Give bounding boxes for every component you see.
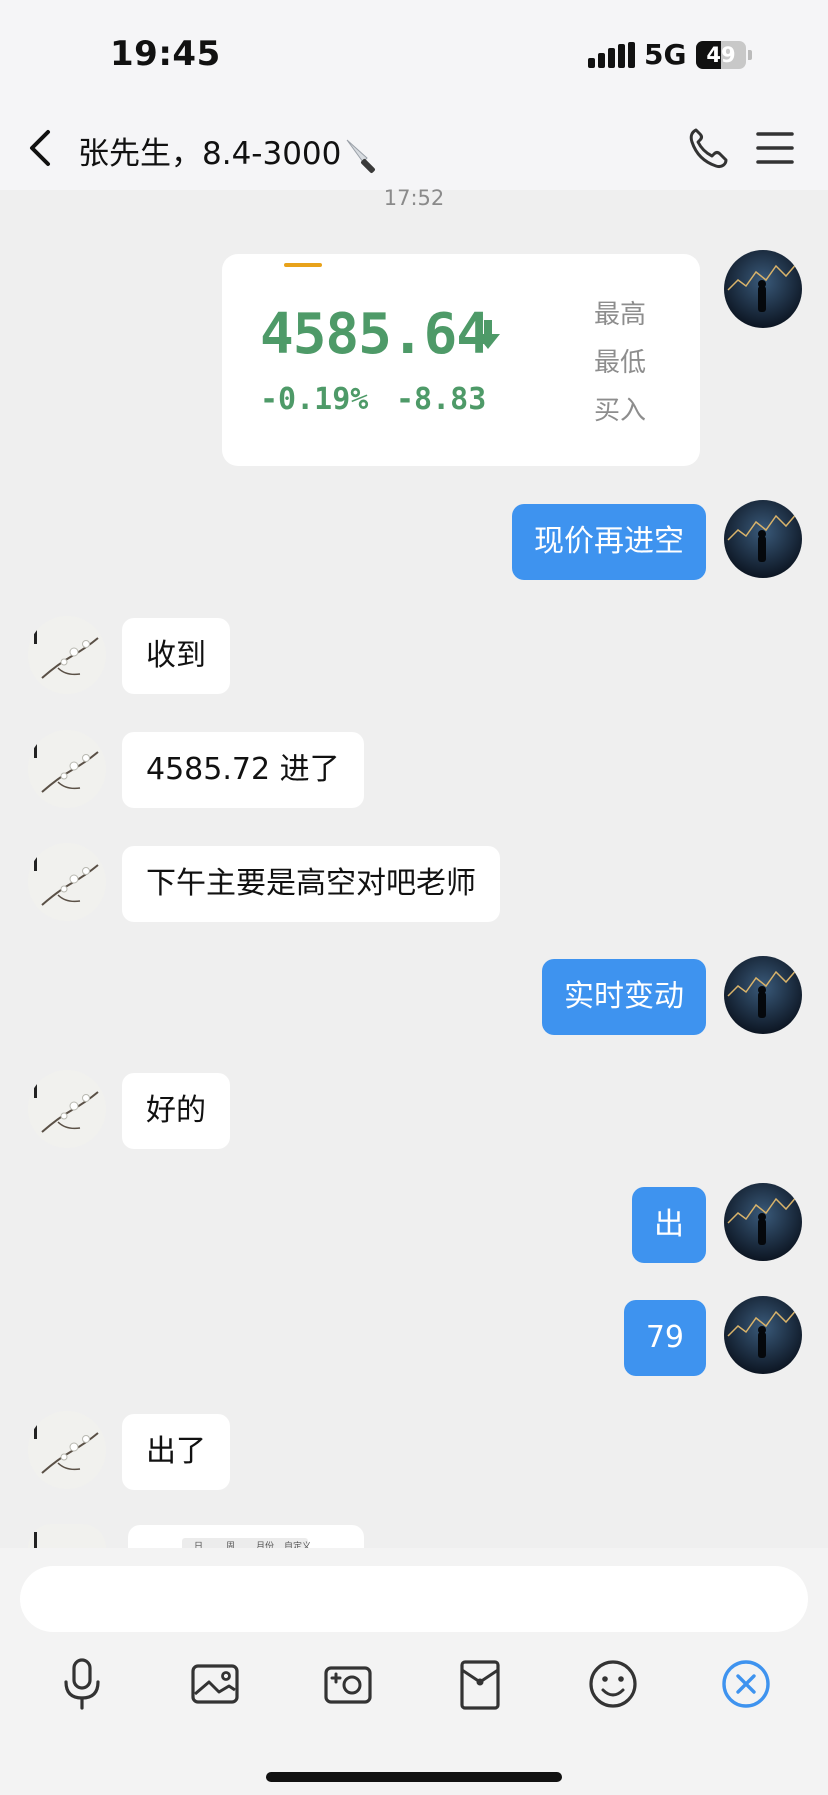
message-timestamp: 17:52 bbox=[383, 186, 445, 210]
my-avatar[interactable] bbox=[724, 1296, 802, 1374]
contact-avatar[interactable] bbox=[28, 1411, 106, 1489]
message-bubble-in[interactable]: 下午主要是高空对吧老师 bbox=[122, 846, 500, 922]
quote-change-percent: -0.19% bbox=[260, 382, 369, 417]
quote-label-low: 最低 bbox=[594, 348, 647, 378]
my-avatar[interactable] bbox=[724, 500, 802, 578]
my-avatar[interactable] bbox=[724, 956, 802, 1034]
close-circle-icon[interactable] bbox=[716, 1654, 776, 1714]
my-avatar[interactable] bbox=[724, 1183, 802, 1261]
composer-area bbox=[0, 1548, 828, 1795]
message-bubble-in[interactable]: 4585.72 进了 bbox=[122, 732, 364, 808]
message-bubble-in[interactable]: 好的 bbox=[122, 1073, 230, 1149]
menu-icon[interactable] bbox=[756, 130, 794, 166]
microphone-icon[interactable] bbox=[52, 1654, 112, 1714]
cellular-signal-icon bbox=[588, 42, 635, 68]
battery-cap bbox=[748, 50, 752, 60]
my-avatar[interactable] bbox=[724, 250, 802, 328]
knife-emoji-icon bbox=[346, 139, 376, 173]
message-bubble-out[interactable]: 现价再进空 bbox=[512, 504, 706, 580]
down-arrow-icon bbox=[476, 320, 500, 349]
red-packet-icon[interactable] bbox=[450, 1654, 510, 1714]
contact-avatar[interactable] bbox=[28, 843, 106, 921]
status-time: 19:45 bbox=[110, 34, 221, 74]
network-type: 5G bbox=[644, 38, 687, 71]
message-bubble-out[interactable]: 79 bbox=[623, 1300, 706, 1376]
chat-title-text: 张先生，8.4-3000 bbox=[78, 136, 342, 172]
quote-label-high: 最高 bbox=[594, 300, 647, 330]
quote-label-buy: 买入 bbox=[594, 396, 647, 426]
battery-level: 49 bbox=[706, 43, 736, 67]
emoji-icon[interactable] bbox=[583, 1654, 643, 1714]
message-bubble-in[interactable]: 收到 bbox=[122, 618, 230, 694]
contact-avatar[interactable] bbox=[28, 730, 106, 808]
camera-icon[interactable] bbox=[318, 1654, 378, 1714]
chat-header: 张先生，8.4-3000 bbox=[0, 110, 828, 190]
status-bar: 19:45 5G 49 bbox=[0, 0, 828, 110]
quote-price: 4585.64 bbox=[260, 302, 490, 367]
message-bubble-out[interactable]: 实时变动 bbox=[542, 959, 706, 1035]
chat-title[interactable]: 张先生，8.4-3000 bbox=[78, 128, 383, 176]
home-indicator[interactable] bbox=[266, 1772, 562, 1782]
image-icon[interactable] bbox=[185, 1654, 245, 1714]
quote-card-message[interactable]: 4585.64 -0.19% -8.83 最高 最低 买入 bbox=[222, 254, 700, 466]
message-bubble-in[interactable]: 出了 bbox=[122, 1414, 230, 1490]
chevron-left-icon[interactable] bbox=[26, 128, 56, 168]
phone-icon[interactable] bbox=[688, 126, 728, 170]
battery-icon: 49 bbox=[696, 41, 746, 69]
contact-avatar[interactable] bbox=[28, 616, 106, 694]
quote-change-amount: -8.83 bbox=[396, 382, 487, 417]
card-tab-indicator bbox=[284, 263, 322, 267]
message-input[interactable] bbox=[20, 1566, 808, 1632]
message-bubble-out[interactable]: 出 bbox=[632, 1187, 706, 1263]
contact-avatar[interactable] bbox=[28, 1524, 106, 1548]
contact-avatar[interactable] bbox=[28, 1070, 106, 1148]
